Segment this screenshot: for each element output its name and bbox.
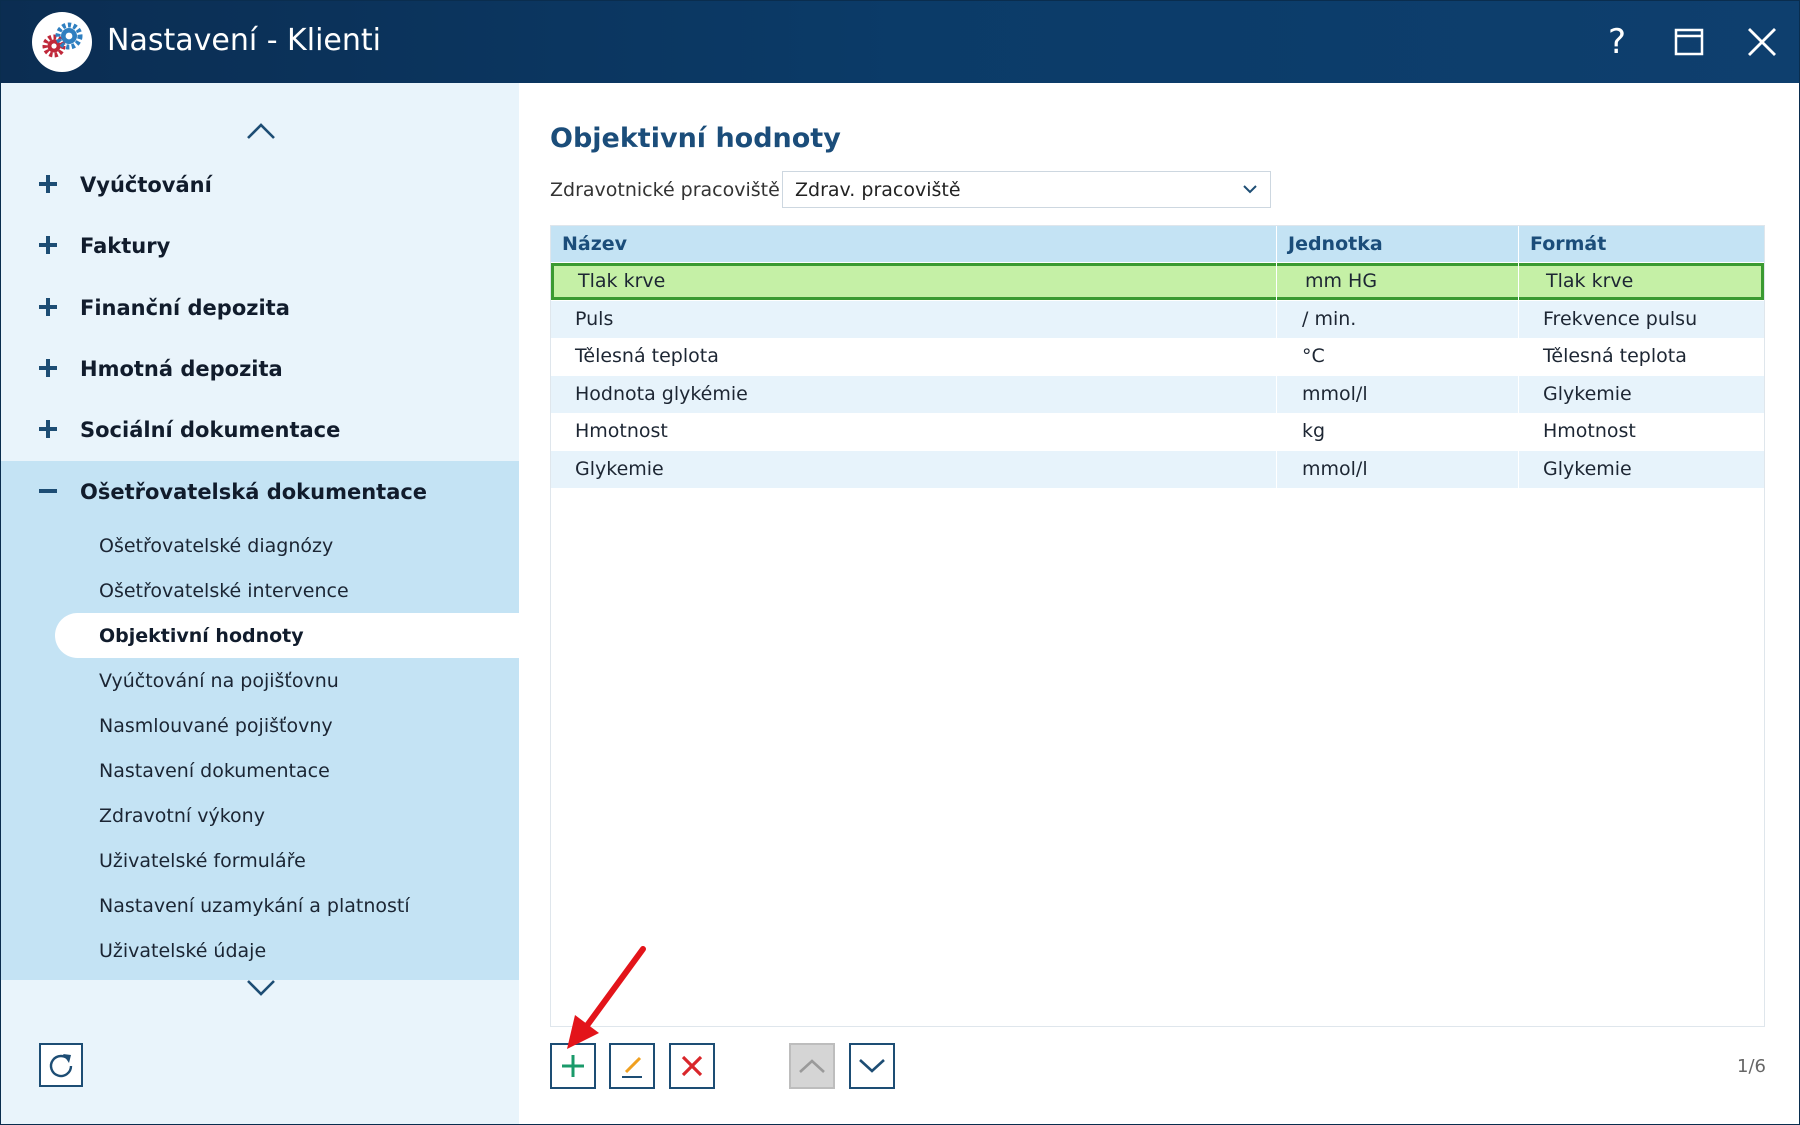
cell-name: Puls (575, 308, 614, 330)
cell-unit: mm HG (1305, 270, 1378, 292)
cell-format: Hmotnost (1543, 420, 1636, 442)
sidebar-category-label: Hmotná depozita (80, 357, 283, 381)
sidebar-item-nastaveni-dokumentace[interactable]: Nastavení dokumentace (99, 758, 330, 784)
close-icon (1748, 28, 1776, 56)
plus-icon (39, 359, 57, 377)
page-title: Objektivní hodnoty (550, 123, 841, 154)
sidebar-category-socialni-dokumentace[interactable]: Sociální dokumentace (1, 400, 519, 460)
refresh-icon (49, 1054, 73, 1078)
values-table: Název Jednotka Formát Tlak krve mm HG Tl… (550, 225, 1765, 1027)
pencil-icon (622, 1056, 642, 1078)
move-up-button[interactable] (789, 1043, 835, 1089)
table-row[interactable]: Tělesná teplota °C Tělesná teplota (551, 338, 1764, 375)
delete-button[interactable] (669, 1043, 715, 1089)
move-down-button[interactable] (849, 1043, 895, 1089)
plus-icon (39, 298, 57, 316)
window-title: Nastavení - Klienti (107, 23, 381, 58)
cell-unit: mmol/l (1302, 458, 1368, 480)
sidebar-category-label: Sociální dokumentace (80, 418, 341, 442)
column-divider (1518, 226, 1519, 492)
table-row[interactable]: Tlak krve mm HG Tlak krve (551, 263, 1764, 300)
sidebar-item-nastaveni-uzamykani[interactable]: Nastavení uzamykání a platností (99, 893, 410, 919)
sidebar-scroll-down-button[interactable] (236, 973, 286, 1003)
pager: 1/6 (1737, 1056, 1766, 1077)
close-button[interactable] (1738, 18, 1786, 66)
sidebar-category-financni-depozita[interactable]: Finanční depozita (1, 278, 519, 338)
gears-icon (32, 12, 92, 72)
sidebar-item-zdravotni-vykony[interactable]: Zdravotní výkony (99, 803, 265, 829)
cell-name: Glykemie (575, 458, 664, 480)
maximize-button[interactable] (1665, 18, 1713, 66)
workplace-select[interactable]: Zdrav. pracoviště (782, 171, 1271, 208)
plus-icon (562, 1055, 584, 1077)
cell-unit: kg (1302, 420, 1326, 442)
sidebar-item-objektivni-hodnoty[interactable]: Objektivní hodnoty (99, 623, 304, 649)
title-bar: Nastavení - Klienti ? (1, 1, 1799, 83)
workplace-select-value: Zdrav. pracoviště (795, 179, 961, 201)
table-row[interactable]: Puls / min. Frekvence pulsu (551, 301, 1764, 338)
chevron-down-icon (247, 980, 275, 996)
x-icon (681, 1055, 703, 1077)
table-row[interactable]: Glykemie mmol/l Glykemie (551, 451, 1764, 488)
chevron-down-icon (859, 1059, 885, 1073)
chevron-up-icon (247, 123, 275, 139)
table-row[interactable]: Hmotnost kg Hmotnost (551, 413, 1764, 450)
sidebar-scroll-up-button[interactable] (236, 116, 286, 146)
sidebar-item-osetrovatelske-intervence[interactable]: Ošetřovatelské intervence (99, 578, 349, 604)
cell-format: Glykemie (1543, 458, 1632, 480)
sidebar-category-hmotna-depozita[interactable]: Hmotná depozita (1, 339, 519, 399)
chevron-up-icon (799, 1059, 825, 1073)
cell-format: Glykemie (1543, 383, 1632, 405)
help-button[interactable]: ? (1593, 18, 1641, 66)
refresh-button[interactable] (39, 1043, 83, 1087)
maximize-icon (1674, 28, 1704, 56)
filter-label: Zdravotnické pracoviště: (550, 179, 787, 201)
sidebar-item-uzivatelske-formulare[interactable]: Uživatelské formuláře (99, 848, 306, 874)
sidebar-item-uzivatelske-udaje[interactable]: Uživatelské údaje (99, 938, 266, 964)
sidebar-category-label: Vyúčtování (80, 173, 212, 197)
sidebar-category-label: Ošetřovatelská dokumentace (80, 480, 428, 504)
settings-window: Nastavení - Klienti ? Vyúčtování Faktury… (0, 0, 1800, 1125)
sidebar-category-osetrovatelska-dokumentace[interactable]: Ošetřovatelská dokumentace (1, 462, 519, 522)
sidebar: Vyúčtování Faktury Finanční depozita Hmo… (1, 83, 519, 1124)
column-header-unit[interactable]: Jednotka (1288, 226, 1383, 262)
chevron-down-icon (1243, 185, 1257, 194)
table-row[interactable]: Hodnota glykémie mmol/l Glykemie (551, 376, 1764, 413)
cell-format: Tělesná teplota (1543, 345, 1687, 367)
cell-unit: / min. (1302, 308, 1357, 330)
column-divider (1276, 226, 1277, 492)
question-icon: ? (1607, 22, 1627, 62)
sidebar-category-faktury[interactable]: Faktury (1, 216, 519, 276)
sidebar-category-label: Finanční depozita (80, 296, 290, 320)
sidebar-category-vyuctovani[interactable]: Vyúčtování (1, 155, 519, 215)
plus-icon (39, 175, 57, 193)
cell-name: Tělesná teplota (575, 345, 719, 367)
cell-unit: °C (1302, 345, 1325, 367)
sidebar-item-vyuctovani-na-pojistovnu[interactable]: Vyúčtování na pojišťovnu (99, 668, 339, 694)
sidebar-item-osetrovatelske-diagnozy[interactable]: Ošetřovatelské diagnózy (99, 533, 333, 559)
annotation-arrow (567, 946, 646, 1049)
minus-icon (39, 489, 57, 493)
cell-format: Tlak krve (1546, 270, 1634, 292)
plus-icon (39, 236, 57, 254)
cell-name: Hodnota glykémie (575, 383, 748, 405)
column-header-format[interactable]: Formát (1530, 226, 1606, 262)
table-header: Název Jednotka Formát (551, 226, 1764, 262)
sidebar-item-nasmlouvane-pojistovny[interactable]: Nasmlouvané pojišťovny (99, 713, 333, 739)
cell-name: Hmotnost (575, 420, 668, 442)
plus-icon (39, 420, 57, 438)
cell-name: Tlak krve (578, 270, 666, 292)
cell-format: Frekvence pulsu (1543, 308, 1698, 330)
cell-unit: mmol/l (1302, 383, 1368, 405)
column-header-name[interactable]: Název (562, 226, 627, 262)
sidebar-category-label: Faktury (80, 234, 171, 258)
